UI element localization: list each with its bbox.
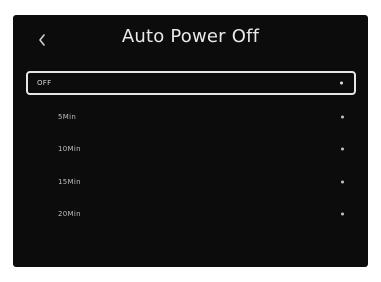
option-10min[interactable]: 10Min (26, 137, 356, 161)
device-screen: Auto Power Off OFF 5Min 10Min 15Min 20Mi… (13, 15, 368, 267)
option-label: 10Min (58, 145, 81, 153)
radio-indicator-icon (341, 147, 344, 151)
radio-indicator-icon (341, 212, 344, 216)
option-label: 20Min (58, 210, 81, 218)
selected-indicator-icon (340, 81, 343, 85)
option-5min[interactable]: 5Min (26, 105, 356, 129)
option-label: 5Min (58, 113, 77, 121)
page-title: Auto Power Off (121, 26, 260, 47)
option-20min[interactable]: 20Min (26, 202, 356, 226)
radio-indicator-icon (341, 115, 344, 119)
header: Auto Power Off (13, 15, 368, 65)
option-off[interactable]: OFF (26, 71, 356, 95)
option-15min[interactable]: 15Min (26, 170, 356, 194)
option-label: 15Min (58, 178, 81, 186)
radio-indicator-icon (341, 180, 344, 184)
option-label: OFF (37, 79, 52, 87)
